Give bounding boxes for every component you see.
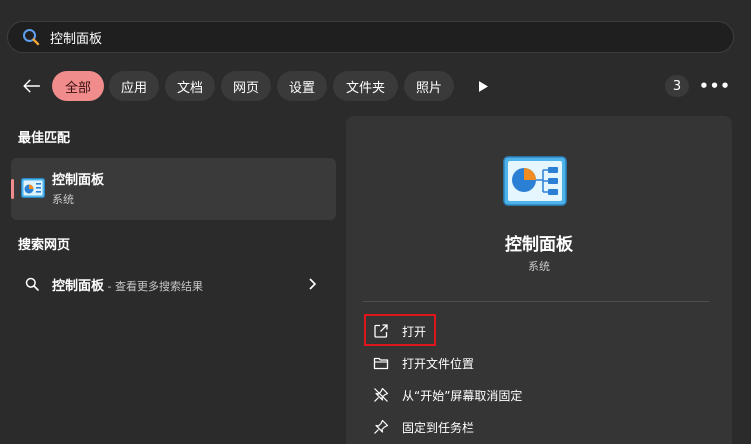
best-match-type: 系统 [52,193,74,206]
back-button[interactable] [18,72,46,100]
back-arrow-icon [23,79,40,93]
action-unpin-from-start-label: 从“开始”屏幕取消固定 [402,389,523,403]
action-open-file-location[interactable]: 打开文件位置 [363,348,663,378]
result-count-badge[interactable]: 3 [665,75,689,97]
best-match-item[interactable]: 控制面板 系统 [11,158,336,220]
detail-title: 控制面板 [505,235,573,255]
web-search-item[interactable]: 控制面板 - 查看更多搜索结果 [11,268,336,300]
action-unpin-from-start[interactable]: 从“开始”屏幕取消固定 [363,380,663,410]
control-panel-icon [21,178,45,198]
filter-chip-photos[interactable]: 照片 [404,71,454,101]
selection-indicator [11,179,14,199]
chevron-right-icon [309,278,317,290]
pin-icon [374,419,389,434]
filter-chip-all[interactable]: 全部 [52,71,104,101]
filter-bar: 全部 应用 文档 网页 设置 文件夹 照片 3 ••• [0,70,751,102]
best-match-name: 控制面板 [52,173,105,188]
web-search-heading: 搜索网页 [18,238,71,253]
filter-chip-folders[interactable]: 文件夹 [333,71,398,101]
more-options-button[interactable]: ••• [699,76,730,96]
search-icon [23,29,40,46]
action-pin-to-taskbar[interactable]: 固定到任务栏 [363,412,663,442]
more-filters-button[interactable] [474,76,492,96]
control-panel-icon [503,156,567,206]
folder-icon [373,357,389,370]
divider [363,301,709,302]
detail-type: 系统 [528,260,550,273]
action-pin-to-taskbar-label: 固定到任务栏 [402,421,475,435]
filter-chip-documents[interactable]: 文档 [165,71,215,101]
search-icon [25,277,39,291]
web-search-text: 控制面板 - 查看更多搜索结果 [52,275,203,294]
web-search-suffix: - 查看更多搜索结果 [104,280,203,293]
filter-chip-web[interactable]: 网页 [221,71,271,101]
web-search-query: 控制面板 [52,279,105,294]
open-action-highlight [364,314,436,346]
action-open-file-location-label: 打开文件位置 [402,357,475,371]
search-input[interactable]: 控制面板 [50,28,102,47]
filter-chip-settings[interactable]: 设置 [277,71,327,101]
unpin-icon [374,387,389,402]
filter-chip-apps[interactable]: 应用 [109,71,159,101]
search-box[interactable]: 控制面板 [7,21,734,53]
detail-panel: 控制面板 系统 打开 打开文件位置 从“开始”屏幕取消固定 固定到任务栏 [346,116,732,444]
best-match-heading: 最佳匹配 [18,131,71,146]
play-icon [478,80,488,92]
